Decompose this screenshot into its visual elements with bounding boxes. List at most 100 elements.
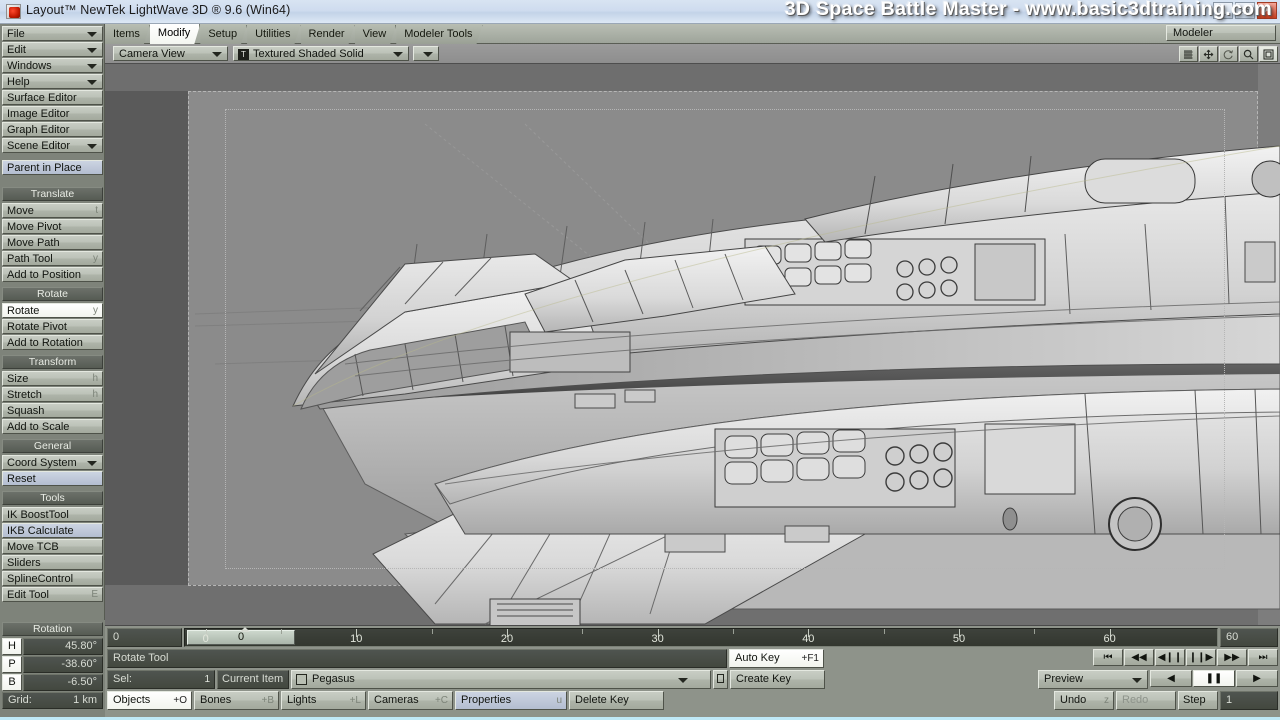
undo-button[interactable]: Undo z (1054, 691, 1114, 710)
sidebar-menu-help[interactable]: Help (2, 74, 103, 89)
rotation-b-label[interactable]: B (2, 674, 22, 691)
sidebar-menu-edit-label: Edit (7, 44, 26, 56)
sidebar-item-ik-boosttool[interactable]: IK BoostTool (2, 507, 103, 522)
current-item-dropdown[interactable]: Pegasus (291, 670, 711, 689)
rotation-p-value[interactable]: -38.60° (23, 656, 103, 673)
sidebar-item-move-path[interactable]: Move Path (2, 235, 103, 250)
sidebar-item-stretch[interactable]: Stretch h (2, 387, 103, 402)
create-key-button[interactable]: Create Key (730, 670, 825, 689)
sidebar-item-move-pivot[interactable]: Move Pivot (2, 219, 103, 234)
auto-key-button[interactable]: Auto Key +F1 (729, 649, 824, 668)
end-frame-field[interactable]: 60 (1220, 628, 1278, 647)
prev-key-button[interactable]: ◀❙❙ (1155, 649, 1185, 666)
viewport-options-dropdown[interactable] (413, 46, 439, 61)
parent-in-place-button[interactable]: Parent in Place (2, 160, 103, 175)
sidebar-item-path-tool[interactable]: Path Tool y (2, 251, 103, 266)
tab-render[interactable]: Render (301, 25, 355, 44)
sidebar-item-add-to-scale[interactable]: Add to Scale (2, 419, 103, 434)
fast-forward-button[interactable]: ▶▶ (1217, 649, 1247, 666)
sidebar-item-splinecontrol[interactable]: SplineControl (2, 571, 103, 586)
sidebar-item-move-tcb[interactable]: Move TCB (2, 539, 103, 554)
sidebar-item-add-to-position[interactable]: Add to Position (2, 267, 103, 282)
tab-modeler-tools[interactable]: Modeler Tools (396, 25, 482, 44)
next-key-button[interactable]: ❙❙▶ (1186, 649, 1216, 666)
objects-button[interactable]: Objects +O (107, 691, 192, 710)
properties-button[interactable]: Properties u (455, 691, 567, 710)
sidebar-item-edit-tool[interactable]: Edit Tool E (2, 587, 103, 602)
window-title: Layout™ NewTek LightWave 3D ® 9.6 (Win64… (26, 3, 291, 17)
playback-controls: ◀ ❚❚ ▶ (1150, 670, 1278, 689)
sidebar-item-size[interactable]: Size h (2, 371, 103, 386)
sidebar-item-scene-editor[interactable]: Scene Editor (2, 138, 103, 153)
rewind-button[interactable]: ◀◀ (1124, 649, 1154, 666)
coord-system-label: Coord System (7, 457, 77, 469)
item-options-button[interactable] (713, 670, 728, 689)
redo-button[interactable]: Redo (1116, 691, 1176, 710)
move-path-label: Move Path (7, 237, 60, 249)
sidebar-item-sliders[interactable]: Sliders (2, 555, 103, 570)
rotate-pivot-label: Rotate Pivot (7, 321, 67, 333)
rotate-icon[interactable] (1219, 46, 1238, 62)
sidebar-item-ikb-calculate[interactable]: IKB Calculate (2, 523, 103, 538)
go-to-end-button[interactable]: ⏭ (1248, 649, 1278, 666)
redo-label: Redo (1122, 694, 1149, 706)
sidebar-item-add-to-rotation[interactable]: Add to Rotation (2, 335, 103, 350)
rotation-h-label[interactable]: H (2, 638, 22, 655)
create-key-label: Create Key (736, 673, 792, 685)
lights-button[interactable]: Lights +L (281, 691, 366, 710)
edit-tool-label: Edit Tool (7, 589, 49, 601)
tick-label-50: 50 (952, 633, 966, 645)
sidebar-item-surface-editor[interactable]: Surface Editor (2, 90, 103, 105)
tab-modify[interactable]: Modify (150, 24, 200, 44)
zoom-icon[interactable] (1239, 46, 1258, 62)
menu-tab-strip: Items Modify Setup Utilities Render View… (105, 24, 1280, 44)
step-value-field[interactable]: 1 (1220, 691, 1278, 710)
rotation-p-label[interactable]: P (2, 656, 22, 673)
cameras-button[interactable]: Cameras +C (368, 691, 453, 710)
sidebar-item-move[interactable]: Move t (2, 203, 103, 218)
bones-button[interactable]: Bones +B (194, 691, 279, 710)
play-button[interactable]: ▶ (1236, 670, 1278, 687)
move-icon[interactable] (1199, 46, 1218, 62)
sidebar-menu-file[interactable]: File (2, 26, 103, 41)
rotation-h-value[interactable]: 45.80° (23, 638, 103, 655)
shading-mode-dropdown[interactable]: T Textured Shaded Solid (233, 46, 409, 61)
scene-editor-label: Scene Editor (7, 140, 70, 152)
path-tool-label: Path Tool (7, 253, 53, 265)
sidebar-menu-windows[interactable]: Windows (2, 58, 103, 73)
maximize-icon[interactable] (1259, 46, 1278, 62)
sidebar-item-image-editor[interactable]: Image Editor (2, 106, 103, 121)
delete-key-button[interactable]: Delete Key (569, 691, 664, 710)
camera-viewport[interactable] (105, 64, 1280, 626)
tab-setup[interactable]: Setup (200, 25, 247, 44)
sidebar-item-graph-editor[interactable]: Graph Editor (2, 122, 103, 137)
play-reverse-button[interactable]: ◀ (1150, 670, 1192, 687)
tab-utilities[interactable]: Utilities (247, 25, 300, 44)
timeline-ruler[interactable]: 0 0 10 20 30 40 50 60 (184, 627, 1218, 647)
rotation-b-value[interactable]: -6.50° (23, 674, 103, 691)
pause-button[interactable]: ❚❚ (1193, 670, 1235, 687)
current-frame-field[interactable]: 0 (107, 628, 182, 647)
chevron-down-icon (87, 63, 97, 69)
panel-icon (717, 674, 724, 683)
sidebar-item-rotate[interactable]: Rotate y (2, 303, 103, 318)
sidebar-item-reset[interactable]: Reset (2, 471, 103, 486)
rotation-panel: Rotation H 45.80° P -38.60° B -6.50° Gri… (0, 620, 105, 720)
modeler-button[interactable]: Modeler (1166, 25, 1276, 41)
grid-row: Grid: 1 km (2, 692, 103, 709)
tab-view[interactable]: View (355, 25, 397, 44)
sidebar-item-rotate-pivot[interactable]: Rotate Pivot (2, 319, 103, 334)
group-header-general: General (2, 439, 103, 453)
grid-field[interactable]: Grid: 1 km (2, 692, 103, 709)
sidebar-menu-edit[interactable]: Edit (2, 42, 103, 57)
sidebar-item-squash[interactable]: Squash (2, 403, 103, 418)
tab-items[interactable]: Items (105, 25, 150, 44)
preview-label: Preview (1044, 673, 1084, 685)
view-mode-dropdown[interactable]: Camera View (113, 46, 228, 61)
timeline-mid-row: Rotate Tool Auto Key +F1 ⏮ ◀◀ ◀❙❙ ❙❙▶ ▶▶… (107, 649, 1278, 668)
sidebar-item-coord-system[interactable]: Coord System (2, 455, 103, 470)
preview-dropdown[interactable]: Preview (1038, 670, 1148, 689)
go-to-start-button[interactable]: ⏮ (1093, 649, 1123, 666)
grid-icon[interactable] (1179, 46, 1198, 62)
